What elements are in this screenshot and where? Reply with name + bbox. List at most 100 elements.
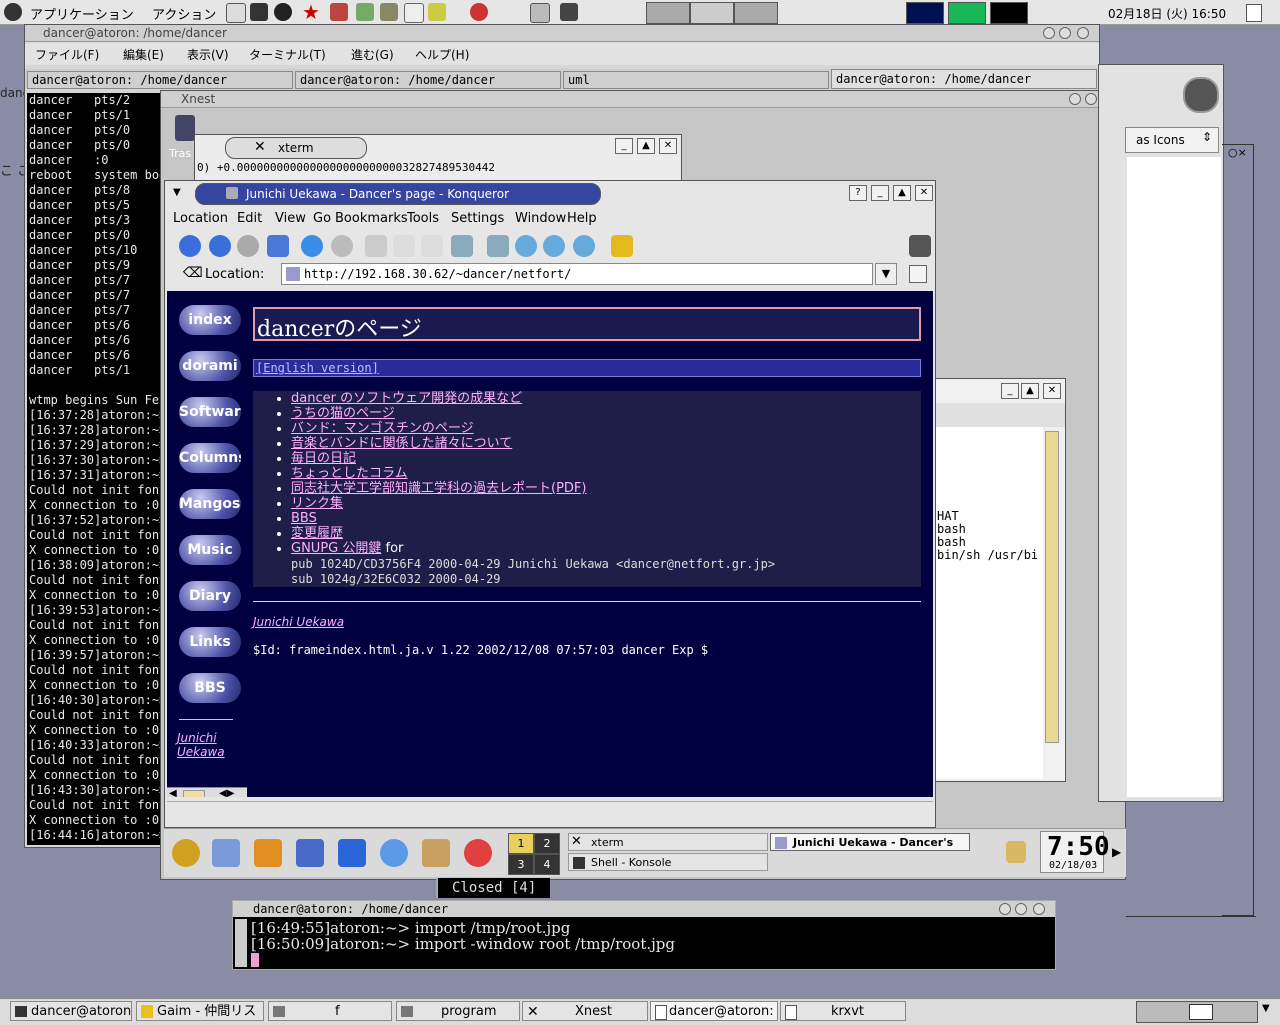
menu-settings[interactable]: Settings [451,211,504,226]
close-button[interactable] [1077,27,1089,39]
nav-button-bbs[interactable]: BBS [179,673,241,703]
english-version-link[interactable]: [English version] [256,361,379,375]
reload-icon[interactable] [301,235,323,257]
print-frame-icon[interactable] [487,235,509,257]
gnome-foot-icon[interactable] [4,3,22,21]
settings-icon[interactable] [254,839,282,867]
taskbar-button[interactable]: Shell - Konsole [568,853,768,871]
konsole-text-area[interactable]: HAT bash bash bin/sh /usr/bi [921,427,1043,779]
workspace-2[interactable] [690,2,734,24]
taskbar-button[interactable]: ✕ Xnest [522,1001,648,1021]
maximize-button[interactable] [1015,903,1027,915]
nav-button-columns[interactable]: Columns [179,443,241,473]
menu-bookmarks[interactable]: Bookmarks [335,211,408,226]
arch-icon[interactable] [560,3,578,21]
k-menu-icon[interactable] [172,839,200,867]
menu-go[interactable]: 進む(G) [351,46,394,63]
list-item-link[interactable]: バンド：マンゴスチンのページ [291,421,474,436]
nav-button-mangost[interactable]: Mangost [179,489,241,519]
scroll-left-icon[interactable]: ◀ [169,788,177,797]
minimize-button[interactable]: _ [615,138,633,154]
gnupg-link[interactable]: GNUPG 公開鍵 [291,541,381,556]
list-item-link[interactable]: BBS [291,511,317,526]
list-item-link[interactable]: 音楽とバンドに関係した諸々について [291,436,512,451]
desktop-icon[interactable] [212,839,240,867]
document-icon[interactable] [404,3,424,23]
terminal-tab[interactable]: dancer@atoron: /home/dancer [295,71,561,89]
menu-edit[interactable]: 編集(E) [123,46,164,63]
home-icon[interactable] [267,235,289,257]
terminal-output[interactable]: dancer pts/2 dancer pts/1 dancer pts/0 danc… [27,93,165,845]
maximize-button[interactable]: ▲ [637,138,655,154]
nav-button-index[interactable]: index [179,305,241,335]
maximize-button[interactable] [1059,27,1071,39]
pager-desktop-2[interactable]: 2 [534,833,560,854]
menu-go[interactable]: Go [313,211,331,226]
maximize-button[interactable] [1085,93,1097,105]
copy-icon[interactable] [393,235,415,257]
pager-desktop-4[interactable]: 4 [534,854,560,875]
author-link[interactable]: Junichi Uekawa [177,731,225,759]
paste-icon[interactable] [421,235,443,257]
menu-help[interactable]: Help [567,211,597,226]
zoom-out-icon[interactable] [573,235,595,257]
workspace-1[interactable] [646,2,690,24]
cut-icon[interactable] [365,235,387,257]
taskbar-button[interactable]: krxvt [780,1001,906,1021]
penguin-icon[interactable] [274,3,292,21]
list-item-link[interactable]: 変更履歴 [291,526,343,541]
window-menu-button[interactable]: ▼ [173,187,181,198]
trash-icon[interactable] [175,115,195,141]
taskbar-button[interactable]: dancer@atoron: [10,1001,132,1021]
xterm-titlebar[interactable]: ✕ xterm [225,137,367,159]
applications-menu[interactable]: アプリケーション [30,4,134,23]
print-icon[interactable] [451,235,473,257]
terminal-icon[interactable] [296,839,324,867]
list-item-link[interactable]: 毎日の日記 [291,451,356,466]
maximize-button[interactable]: ▲ [1021,383,1039,399]
disk-icon[interactable] [530,3,550,23]
zoom-icon[interactable] [515,235,537,257]
app-icon[interactable] [356,3,374,21]
scroll-thumb[interactable] [183,790,205,797]
actions-menu[interactable]: アクション [152,4,216,23]
scroll-right-icon[interactable]: ◀▶ [219,788,234,797]
drive-icon[interactable] [1183,77,1219,113]
close-button[interactable] [1033,903,1045,915]
go-icon[interactable] [909,265,927,283]
help-button[interactable]: ? [849,185,867,201]
home-icon[interactable] [226,3,246,23]
konqueror-titlebar[interactable]: Junichi Uekawa - Dancer's page - Konquer… [195,183,601,205]
menu-location[interactable]: Location [173,211,228,226]
url-input[interactable]: http://192.168.30.62/~dancer/netfort/ [281,263,873,285]
minimize-button[interactable] [1043,27,1055,39]
minimize-button[interactable]: _ [1001,383,1019,399]
taskbar-button[interactable]: f [268,1001,392,1021]
zoom-in-icon[interactable] [543,235,565,257]
menu-view[interactable]: View [275,211,306,226]
star-icon[interactable]: ★ [302,0,320,24]
scroll-down-icon[interactable]: ▼ [1262,1003,1270,1014]
workspace-3[interactable] [734,2,778,24]
stop-icon[interactable] [331,235,353,257]
minimize-button[interactable]: _ [871,185,889,201]
forward-icon[interactable] [237,235,259,257]
menu-file[interactable]: ファイル(F) [35,46,99,63]
taskbar-button[interactable]: program [396,1001,520,1021]
terminal-icon[interactable] [250,3,268,21]
close-button[interactable]: ✕ [1043,383,1061,399]
taskbar-button-active[interactable]: dancer@atoron: [650,1001,778,1021]
pager-desktop-3[interactable]: 3 [508,854,534,875]
pencil-icon[interactable] [428,3,446,21]
close-button[interactable]: ✕ [659,138,677,154]
xterm-output[interactable]: 0) +0.0000000000000000000000000328274895… [197,161,495,174]
menu-tools[interactable]: Tools [407,211,439,226]
menu-window[interactable]: Window [515,211,566,226]
small-terminal-titlebar[interactable]: dancer@atoron: /home/dancer [233,901,1055,917]
pen-icon[interactable] [422,839,450,867]
back-icon[interactable] [209,235,231,257]
apple-icon[interactable] [470,3,488,21]
gnome-terminal-titlebar[interactable]: dancer@atoron: /home/dancer [25,25,1099,42]
taskbar-button-active[interactable]: Junichi Uekawa - Dancer's [770,833,970,851]
list-item-link[interactable]: ちょっとしたコラム [291,466,408,481]
